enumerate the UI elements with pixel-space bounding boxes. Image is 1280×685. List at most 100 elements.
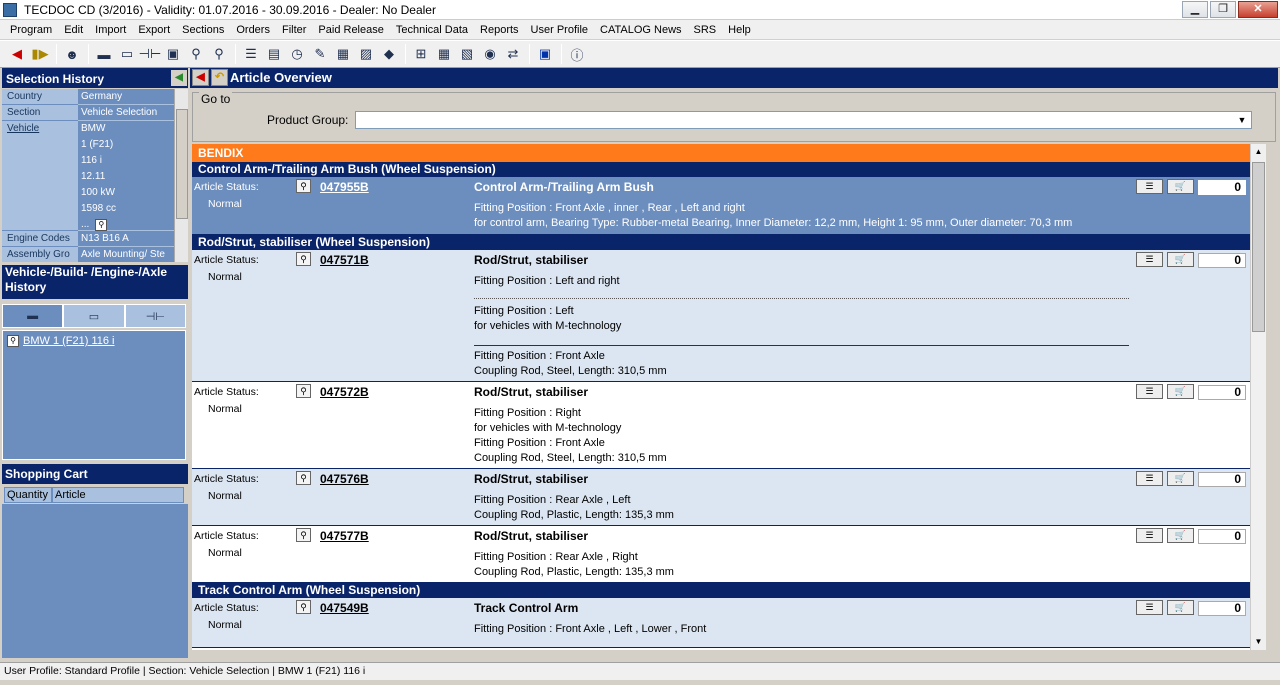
menu-paid-release[interactable]: Paid Release <box>312 24 389 36</box>
calculator-icon[interactable]: ▦ <box>332 43 354 65</box>
info-list-icon[interactable]: ☰ <box>1136 528 1163 543</box>
search-icon[interactable]: ⚲ <box>7 335 19 347</box>
chevron-down-icon[interactable]: ▼ <box>1235 113 1249 127</box>
help-icon[interactable]: ⓘ <box>566 43 588 65</box>
tab-vehicle[interactable]: ▬ <box>2 304 64 328</box>
tab-axle[interactable]: ⊣⊢ <box>124 304 186 328</box>
tab-engine[interactable]: ▭ <box>63 304 125 328</box>
menu-export[interactable]: Export <box>132 24 176 36</box>
menu-catalog-news[interactable]: CATALOG News <box>594 24 688 36</box>
table-icon[interactable]: ▦ <box>433 43 455 65</box>
scroll-down-icon[interactable]: ▼ <box>1251 634 1266 650</box>
history-key: Engine Codes <box>2 231 78 247</box>
search-icon[interactable]: ⚲ <box>296 252 311 266</box>
article-row[interactable]: Article Status: Normal ⚲ 047572B Rod/Str… <box>192 382 1250 469</box>
maximize-button[interactable]: ❐ <box>1210 1 1236 18</box>
network-icon[interactable]: ⊞ <box>410 43 432 65</box>
search-vehicle-icon[interactable]: ⚲ <box>208 43 230 65</box>
article-row[interactable]: Article Status: Normal ⚲ 047549B Track C… <box>192 598 1250 648</box>
menu-edit[interactable]: Edit <box>58 24 89 36</box>
article-number[interactable]: 047549B <box>320 601 369 615</box>
add-to-cart-icon[interactable]: 🛒 <box>1167 471 1194 486</box>
menu-srs[interactable]: SRS <box>688 24 723 36</box>
quantity-input[interactable]: 0 <box>1198 529 1246 544</box>
list-item[interactable]: ⚲ BMW 1 (F21) 116 i <box>7 335 181 347</box>
grid-icon[interactable]: ▤ <box>263 43 285 65</box>
quantity-input[interactable]: 0 <box>1198 385 1246 400</box>
history-vehicle-link[interactable]: Vehicle <box>2 121 78 231</box>
menu-help[interactable]: Help <box>722 24 757 36</box>
search-icon[interactable]: ⚲ <box>296 600 311 614</box>
add-to-cart-icon[interactable]: 🛒 <box>1167 600 1194 615</box>
export-icon[interactable]: ⇄ <box>502 43 524 65</box>
axle-icon[interactable]: ⊣⊢ <box>139 43 162 65</box>
menu-reports[interactable]: Reports <box>474 24 525 36</box>
article-row[interactable]: Article Status: Normal ⚲ 047571B Rod/Str… <box>192 250 1250 382</box>
group-header: Control Arm-/Trailing Arm Bush (Wheel Su… <box>192 162 1250 177</box>
cart-col-quantity[interactable]: Quantity <box>4 487 52 503</box>
menu-user-profile[interactable]: User Profile <box>525 24 594 36</box>
wrench-icon[interactable]: ✎ <box>309 43 331 65</box>
menu-technical-data[interactable]: Technical Data <box>390 24 474 36</box>
search-icon[interactable]: ⚲ <box>296 528 311 542</box>
menu-filter[interactable]: Filter <box>276 24 312 36</box>
collapse-panel-icon[interactable]: ◀ <box>171 70 187 86</box>
cart-col-article[interactable]: Article <box>52 487 184 503</box>
globe-icon[interactable]: ◉ <box>479 43 501 65</box>
article-number[interactable]: 047955B <box>320 180 369 194</box>
info-list-icon[interactable]: ☰ <box>1136 471 1163 486</box>
engine-icon[interactable]: ▣ <box>162 43 184 65</box>
exit-door-icon[interactable]: ▮▶ <box>29 43 51 65</box>
quantity-input[interactable]: 0 <box>1198 472 1246 487</box>
info-list-icon[interactable]: ☰ <box>1136 600 1163 615</box>
add-to-cart-icon[interactable]: 🛒 <box>1167 384 1194 399</box>
chart-icon[interactable]: ▧ <box>456 43 478 65</box>
menu-import[interactable]: Import <box>89 24 132 36</box>
add-to-cart-icon[interactable]: 🛒 <box>1167 528 1194 543</box>
search-icon[interactable]: ⚲ <box>296 384 311 398</box>
news-icon[interactable]: ▣ <box>534 43 556 65</box>
scroll-up-icon[interactable]: ▲ <box>1251 144 1266 160</box>
back-arrow-icon[interactable]: ◀ <box>6 43 28 65</box>
favorites-icon[interactable]: ↶ <box>211 69 228 86</box>
truck-icon[interactable]: ▭ <box>116 43 138 65</box>
search-icon[interactable]: ⚲ <box>296 471 311 485</box>
vbh-item-link[interactable]: BMW 1 (F21) 116 i <box>23 335 115 347</box>
menu-sections[interactable]: Sections <box>176 24 230 36</box>
car-icon: ▬ <box>27 310 39 322</box>
vehicle-search-icon[interactable]: ⚲ <box>95 219 108 231</box>
add-to-cart-icon[interactable]: 🛒 <box>1167 179 1194 194</box>
scrollbar-thumb[interactable] <box>176 109 188 219</box>
article-row[interactable]: Article Status: Normal ⚲ 047955B Control… <box>192 177 1250 235</box>
article-number[interactable]: 047571B <box>320 253 369 267</box>
back-arrow-icon[interactable]: ◀ <box>192 69 209 86</box>
article-number[interactable]: 047577B <box>320 529 369 543</box>
search-icon[interactable]: ⚲ <box>185 43 207 65</box>
user-icon[interactable]: ☻ <box>61 43 83 65</box>
image-icon[interactable]: ▨ <box>355 43 377 65</box>
article-row[interactable]: Article Status: Normal ⚲ 047576B Rod/Str… <box>192 469 1250 526</box>
article-list-scrollbar[interactable]: ▲ ▼ <box>1250 144 1266 650</box>
article-number[interactable]: 047572B <box>320 385 369 399</box>
list-icon[interactable]: ☰ <box>240 43 262 65</box>
close-button[interactable]: ✕ <box>1238 1 1278 18</box>
quantity-input[interactable]: 0 <box>1198 180 1246 195</box>
product-group-select[interactable]: ▼ <box>355 111 1252 129</box>
info-list-icon[interactable]: ☰ <box>1136 252 1163 267</box>
article-row[interactable]: Article Status: Normal ⚲ 047577B Rod/Str… <box>192 526 1250 583</box>
clock-icon[interactable]: ◷ <box>286 43 308 65</box>
scrollbar-thumb[interactable] <box>1252 162 1265 332</box>
history-scrollbar[interactable] <box>174 89 188 262</box>
add-to-cart-icon[interactable]: 🛒 <box>1167 252 1194 267</box>
car-icon[interactable]: ▬ <box>93 43 115 65</box>
menu-orders[interactable]: Orders <box>230 24 276 36</box>
article-number[interactable]: 047576B <box>320 472 369 486</box>
book-icon[interactable]: ◆ <box>378 43 400 65</box>
quantity-input[interactable]: 0 <box>1198 253 1246 268</box>
info-list-icon[interactable]: ☰ <box>1136 179 1163 194</box>
minimize-button[interactable]: ▁ <box>1182 1 1208 18</box>
info-list-icon[interactable]: ☰ <box>1136 384 1163 399</box>
search-icon[interactable]: ⚲ <box>296 179 311 193</box>
menu-program[interactable]: Program <box>4 24 58 36</box>
quantity-input[interactable]: 0 <box>1198 601 1246 616</box>
